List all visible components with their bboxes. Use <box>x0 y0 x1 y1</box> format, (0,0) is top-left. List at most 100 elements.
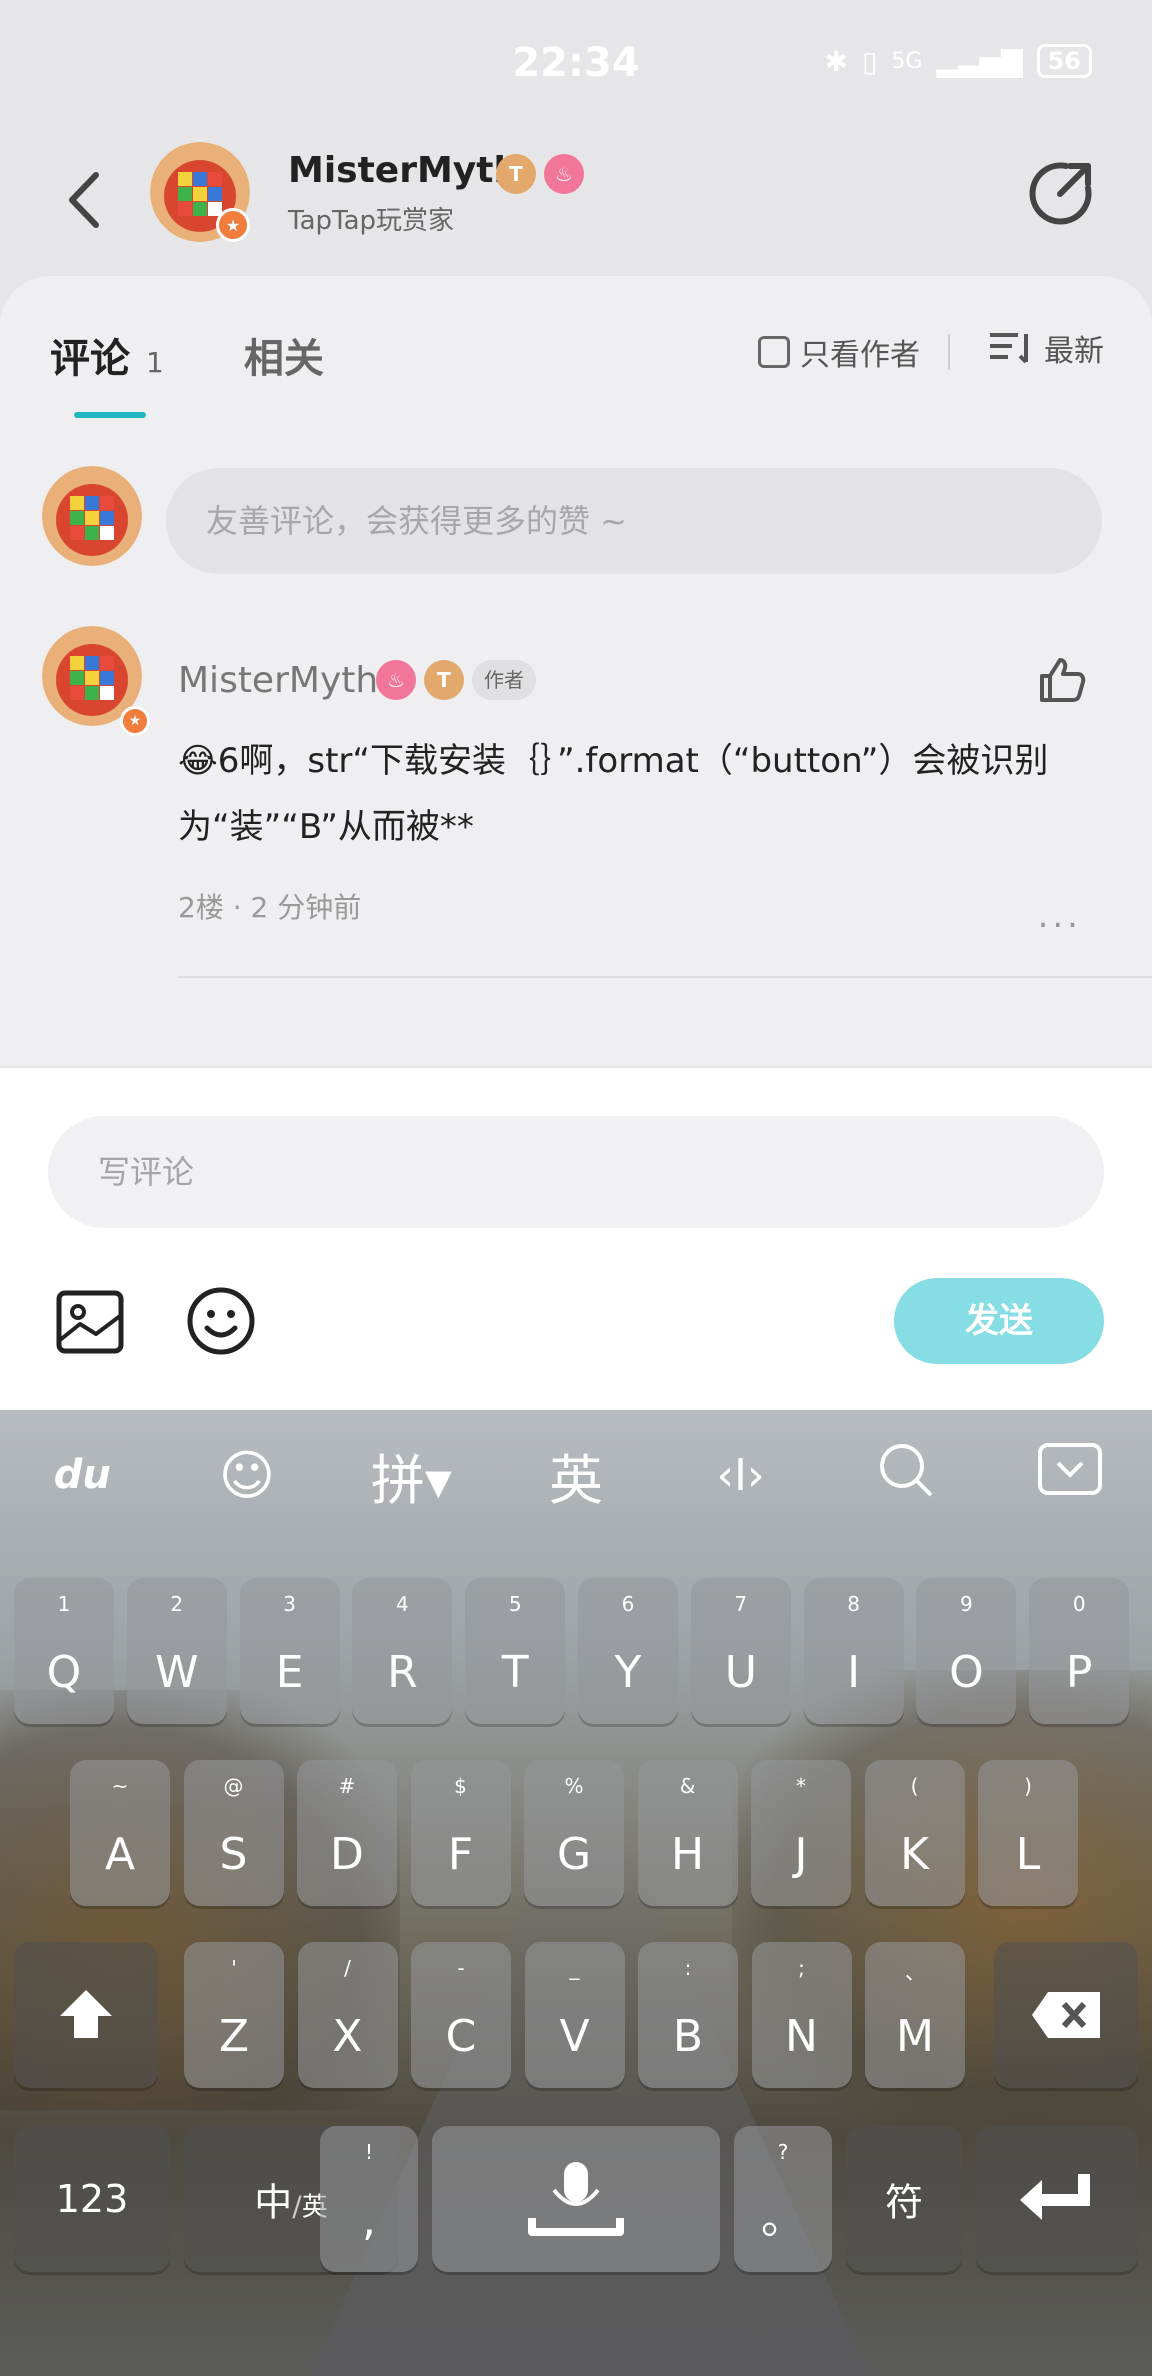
tab-comments[interactable]: 评论 <box>50 326 130 384</box>
key-hint: % <box>564 1774 584 1798</box>
numbers-key[interactable]: 123 <box>14 2126 170 2272</box>
image-icon[interactable] <box>56 1290 124 1354</box>
key-f[interactable]: $ F <box>410 1760 511 1906</box>
share-icon[interactable] <box>1026 158 1096 228</box>
english-mode-button[interactable]: 英 <box>526 1436 626 1515</box>
key-hint: - <box>457 1956 465 1980</box>
key-h[interactable]: & H <box>637 1760 738 1906</box>
key-y[interactable]: 6Y <box>578 1578 678 1724</box>
key-o[interactable]: 9O <box>916 1578 1017 1724</box>
key-hint: @ <box>223 1774 244 1798</box>
key-z[interactable]: ' Z <box>184 1942 284 2088</box>
key-x[interactable]: / X <box>297 1942 398 2088</box>
sort-button[interactable]: 最新 <box>988 326 1104 370</box>
backspace-icon <box>1032 1992 1100 2038</box>
key-label: Y <box>614 1647 642 1698</box>
key-m[interactable]: 、 M <box>865 1942 965 2088</box>
comma-key[interactable]: ! , <box>320 2126 418 2272</box>
sort-icon <box>990 333 1028 364</box>
key-hint: ; <box>798 1956 805 1980</box>
key-label: N <box>785 2011 818 2062</box>
shift-icon <box>60 1990 112 2038</box>
send-button[interactable]: 发送 <box>894 1278 1104 1364</box>
key-j[interactable]: * J <box>751 1760 851 1906</box>
enter-key[interactable] <box>976 2126 1138 2272</box>
comment-username[interactable]: MisterMyth <box>178 660 378 701</box>
keyboard: du ☺ 拼▾ 英 ‹I› 1 Q 2 W 3 E 4 R 5 T 6 Y 7 U 8 I 9 O 0 P ~ A @ S # D… <box>0 1410 1152 2376</box>
key-a[interactable]: ~ A <box>70 1760 170 1906</box>
space-key[interactable] <box>432 2126 720 2272</box>
key-label: R <box>387 1647 418 1698</box>
back-arrow-icon[interactable] <box>56 160 116 240</box>
key-s[interactable]: @ S <box>183 1760 284 1906</box>
shift-key[interactable] <box>14 1942 158 2088</box>
symbol-key[interactable]: 符 <box>846 2126 962 2272</box>
key-label: U <box>724 1647 757 1698</box>
level-badge-icon: T <box>496 154 536 194</box>
key-label: H <box>670 1829 705 1880</box>
key-l[interactable]: ) L <box>978 1760 1078 1906</box>
keyboard-logo-icon[interactable]: du <box>32 1452 132 1498</box>
key-v[interactable]: _ V <box>524 1942 625 2088</box>
period-key[interactable]: ? 。 <box>734 2126 832 2272</box>
profile-username[interactable]: MisterMyth <box>288 150 519 191</box>
key-g[interactable]: % G <box>524 1760 624 1906</box>
key-hint: ' <box>231 1956 237 1980</box>
key-e[interactable]: 3E <box>239 1578 340 1724</box>
tab-bar: 评论 1 相关 <box>50 326 324 384</box>
key-u[interactable]: 7U <box>690 1578 791 1724</box>
key-d[interactable]: # D <box>297 1760 397 1906</box>
fire-badge-icon: ♨ <box>544 154 584 194</box>
reply-panel: 写评论 发送 <box>0 1068 1152 1410</box>
key-n[interactable]: ; N <box>751 1942 852 2088</box>
thumbs-up-icon[interactable] <box>1036 654 1088 706</box>
avatar <box>42 466 142 566</box>
key-label: S <box>219 1829 248 1880</box>
search-icon[interactable] <box>855 1439 955 1512</box>
emoji-icon[interactable] <box>186 1286 256 1356</box>
key-k[interactable]: (K <box>864 1760 965 1906</box>
write-comment-input[interactable]: 写评论 <box>48 1116 1104 1228</box>
key-r[interactable]: 4R <box>352 1578 453 1724</box>
author-only-label: 只看作者 <box>800 338 920 373</box>
key-b[interactable]: :B <box>638 1942 738 2088</box>
author-only-toggle[interactable]: 只看作者 <box>758 330 920 374</box>
key-label: O <box>949 1647 984 1698</box>
vibrate-icon: ▯ <box>861 44 878 78</box>
key-w[interactable]: 2W <box>126 1578 227 1724</box>
key-t[interactable]: 5T <box>465 1578 566 1724</box>
level-badge-icon: T <box>424 660 464 700</box>
key-hint: 1 <box>57 1592 71 1616</box>
key-label: T <box>501 1647 529 1698</box>
battery-icon: 56 <box>1036 44 1092 78</box>
key-label: J <box>794 1829 808 1880</box>
numbers-key-label: 123 <box>55 2177 129 2221</box>
cursor-move-icon[interactable]: ‹I› <box>691 1450 791 1501</box>
key-q[interactable]: 1Q <box>14 1578 114 1724</box>
divider <box>178 976 1152 978</box>
key-label: Z <box>218 2011 250 2062</box>
key-i[interactable]: 8I <box>803 1578 904 1724</box>
key-hint: 3 <box>283 1592 296 1616</box>
key-hint: 4 <box>396 1592 409 1616</box>
key-label: D <box>330 1829 364 1880</box>
key-label: Q <box>46 1647 82 1698</box>
more-options-icon[interactable]: ... <box>1038 896 1082 936</box>
pinyin-mode-button[interactable]: 拼▾ <box>361 1436 461 1515</box>
key-hint: & <box>679 1774 696 1798</box>
key-hint: ( <box>910 1774 919 1798</box>
key-hint: ~ <box>111 1774 129 1798</box>
key-c[interactable]: -C <box>411 1942 511 2088</box>
comment-prompt-input[interactable]: 友善评论，会获得更多的赞 ~ <box>166 468 1102 574</box>
status-bar: 22:34 ✱ ▯ 5G ▂▃▅▇ 56 <box>0 0 1152 130</box>
checkbox-icon[interactable] <box>758 336 790 368</box>
emoticon-icon[interactable]: ☺ <box>197 1444 297 1507</box>
tab-related[interactable]: 相关 <box>244 326 324 384</box>
key-p[interactable]: 0P <box>1029 1578 1130 1724</box>
key-label: B <box>672 2011 704 2062</box>
sort-label: 最新 <box>1044 334 1104 369</box>
collapse-keyboard-icon[interactable] <box>1020 1442 1120 1508</box>
backspace-key[interactable] <box>994 1942 1138 2088</box>
bluetooth-icon: ✱ <box>824 44 848 78</box>
key-label: E <box>275 1647 304 1698</box>
